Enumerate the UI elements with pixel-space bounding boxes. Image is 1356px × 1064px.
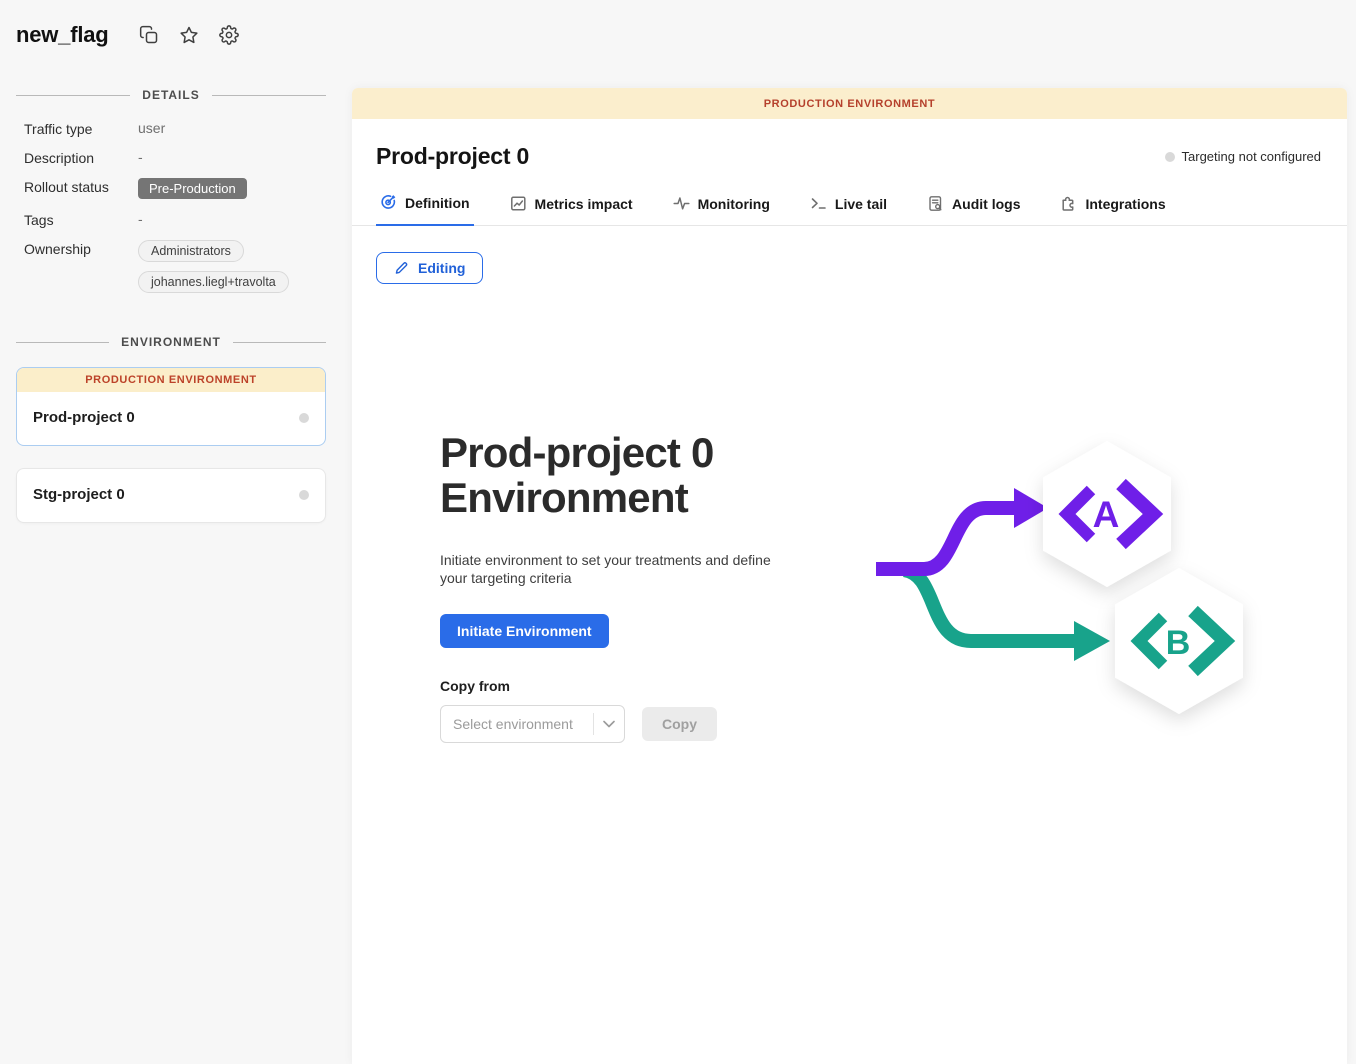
divider <box>233 342 326 343</box>
audit-logs-icon <box>927 195 944 212</box>
copy-from-label: Copy from <box>440 678 820 694</box>
environment-empty-state: Prod-project 0 Environment Initiate envi… <box>352 430 1347 761</box>
definition-icon <box>380 194 397 211</box>
production-environment-banner: PRODUCTION ENVIRONMENT <box>352 88 1347 119</box>
monitoring-icon <box>673 195 690 212</box>
svg-text:A: A <box>1093 494 1120 535</box>
tags-value: - <box>138 211 326 227</box>
details-grid: Traffic type user Description - Rollout … <box>16 120 326 293</box>
live-tail-icon <box>810 195 827 212</box>
top-bar: new_flag <box>0 0 1356 70</box>
environment-name: Prod-project 0 <box>33 409 135 426</box>
environment-card-stg[interactable]: Stg-project 0 <box>16 468 326 523</box>
copy-icon[interactable] <box>139 25 159 45</box>
select-environment-placeholder: Select environment <box>441 716 593 732</box>
rollout-status-badge: Pre-Production <box>138 178 247 199</box>
select-environment-dropdown[interactable]: Select environment <box>440 705 625 743</box>
tab-metrics-impact[interactable]: Metrics impact <box>506 194 637 226</box>
targeting-status: Targeting not configured <box>1165 149 1321 164</box>
chevron-down-icon <box>594 720 624 728</box>
copy-button[interactable]: Copy <box>642 707 717 741</box>
status-dot <box>299 413 309 423</box>
environment-section-header: ENVIRONMENT <box>16 335 326 349</box>
empty-state-title: Prod-project 0 Environment <box>440 430 820 521</box>
tab-live-tail[interactable]: Live tail <box>806 194 891 226</box>
targeting-status-text: Targeting not configured <box>1182 149 1321 164</box>
ownership-pill[interactable]: johannes.liegl+travolta <box>138 271 289 293</box>
targeting-status-dot <box>1165 152 1175 162</box>
environment-card-prod[interactable]: PRODUCTION ENVIRONMENT Prod-project 0 <box>16 367 326 446</box>
gear-icon[interactable] <box>219 25 239 45</box>
divider <box>16 342 109 343</box>
description-value: - <box>138 149 326 165</box>
pencil-icon <box>394 261 409 276</box>
rollout-status-label: Rollout status <box>24 178 138 195</box>
initiate-environment-button[interactable]: Initiate Environment <box>440 614 609 648</box>
tab-audit-logs[interactable]: Audit logs <box>923 194 1024 226</box>
details-section-header: DETAILS <box>16 88 326 102</box>
metrics-impact-icon <box>510 195 527 212</box>
star-icon[interactable] <box>179 25 199 45</box>
ownership-label: Ownership <box>24 240 138 257</box>
details-heading: DETAILS <box>142 88 199 102</box>
tags-label: Tags <box>24 211 138 228</box>
divider <box>16 95 130 96</box>
traffic-type-label: Traffic type <box>24 120 138 137</box>
integrations-icon <box>1060 195 1077 212</box>
empty-state-description: Initiate environment to set your treatme… <box>440 551 800 588</box>
environment-name: Stg-project 0 <box>33 486 125 503</box>
svg-text:B: B <box>1166 624 1191 662</box>
environment-title: Prod-project 0 <box>376 143 529 170</box>
status-dot <box>299 490 309 500</box>
ab-split-illustration: A B <box>876 424 1306 761</box>
hexagon-b: B <box>1115 568 1243 714</box>
sidebar: DETAILS Traffic type user Description - … <box>0 88 352 1064</box>
editing-button[interactable]: Editing <box>376 252 483 284</box>
tab-bar: Definition Metrics impact Monitoring Liv… <box>352 194 1347 226</box>
divider <box>212 95 326 96</box>
ownership-pill[interactable]: Administrators <box>138 240 244 262</box>
environment-heading: ENVIRONMENT <box>121 335 221 349</box>
main-panel: PRODUCTION ENVIRONMENT Prod-project 0 Ta… <box>352 88 1347 1064</box>
hexagon-a: A <box>1043 441 1171 587</box>
tab-integrations[interactable]: Integrations <box>1056 194 1169 226</box>
tab-definition[interactable]: Definition <box>376 194 474 226</box>
description-label: Description <box>24 149 138 166</box>
tab-monitoring[interactable]: Monitoring <box>669 194 774 226</box>
traffic-type-value: user <box>138 120 326 136</box>
flag-title: new_flag <box>16 22 109 48</box>
production-environment-band: PRODUCTION ENVIRONMENT <box>17 368 325 392</box>
